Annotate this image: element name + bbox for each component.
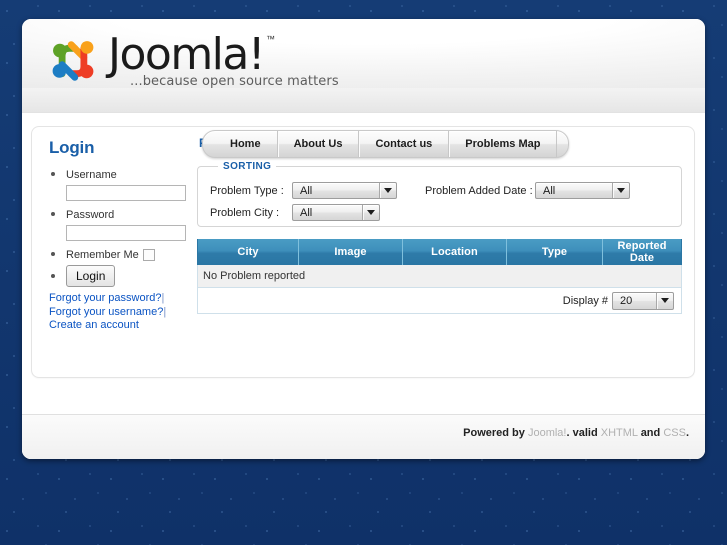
main-column: PROBLEMS REPORTED SORTING Problem Type :… (197, 136, 682, 314)
remember-me-item: Remember Me (66, 245, 189, 261)
username-field-item: Username (66, 165, 189, 204)
site-logo[interactable]: Joomla! ™ ...because open source matters (44, 32, 339, 90)
problem-type-label: Problem Type : (210, 184, 284, 197)
login-title: Login (49, 138, 95, 157)
password-field-item: Password (66, 205, 189, 244)
link-separator-1: | (161, 292, 165, 304)
xhtml-link[interactable]: XHTML (601, 427, 638, 439)
problem-added-date-value: All (543, 184, 556, 197)
problem-city-value: All (300, 206, 313, 219)
problem-added-date-select[interactable]: All (535, 182, 630, 199)
column-header-reported-date[interactable]: Reported Date (602, 239, 682, 265)
sorting-row-2: Problem City : All (210, 204, 669, 221)
chevron-down-icon (612, 183, 629, 198)
column-header-city[interactable]: City (197, 239, 299, 265)
problem-city-label: Problem City : (210, 206, 280, 219)
problem-added-date-label: Problem Added Date : (425, 184, 533, 197)
chevron-down-icon (656, 292, 673, 309)
remember-me-checkbox[interactable] (142, 249, 155, 261)
page-shell: Joomla! ™ ...because open source matters… (22, 19, 705, 459)
remember-me-label: Remember Me (66, 249, 139, 261)
link-separator-2: | (163, 305, 167, 318)
login-button[interactable]: Login (66, 265, 116, 287)
footer-period: . (685, 427, 689, 439)
trademark-symbol: ™ (266, 34, 276, 44)
display-count-select[interactable]: 20 (612, 291, 674, 310)
sorting-legend: SORTING (223, 161, 272, 172)
nav-item-problems-map[interactable]: Problems Map (448, 131, 558, 157)
create-account-link[interactable]: Create an account (49, 319, 139, 331)
problem-city-select[interactable]: All (292, 204, 380, 221)
username-label: Username (66, 169, 117, 181)
empty-state-message: No Problem reported (197, 265, 682, 288)
forgot-username-link[interactable]: Forgot your username? (49, 306, 163, 318)
nav-item-home[interactable]: Home (214, 131, 277, 157)
logo-wordmark: Joomla! (108, 29, 266, 80)
table-row: No Problem reported (197, 265, 682, 288)
footer-dot: . (566, 427, 570, 439)
problem-type-select[interactable]: All (292, 182, 397, 199)
chevron-down-icon (362, 205, 379, 220)
main-navigation: Home About Us Contact us Problems Map (202, 130, 570, 158)
username-input[interactable] (66, 185, 186, 201)
column-header-image[interactable]: Image (298, 239, 403, 265)
login-field-list: Username Password Remember Me (49, 165, 189, 287)
chevron-down-icon (379, 183, 396, 198)
css-link[interactable]: CSS (663, 427, 686, 439)
display-count-label: Display # (562, 294, 608, 307)
password-input[interactable] (66, 225, 186, 241)
site-footer: Powered by Joomla!. valid XHTML and CSS. (22, 414, 705, 459)
display-count-value: 20 (620, 294, 633, 307)
nav-item-about-us[interactable]: About Us (276, 131, 359, 157)
problem-type-value: All (300, 184, 313, 197)
powered-by-text: Powered by (463, 427, 525, 439)
site-body: Login Username Password Remember Me (22, 113, 705, 459)
sorting-panel: SORTING Problem Type : All Problem Added… (197, 161, 682, 227)
column-header-location[interactable]: Location (402, 239, 507, 265)
joomla-logo-icon (52, 41, 94, 81)
forgot-password-link[interactable]: Forgot your password? (49, 292, 162, 304)
login-links: Forgot your password?| Forgot your usern… (49, 292, 189, 333)
problems-table: City Image Location Type Reported Date N… (197, 239, 682, 288)
sorting-row-1: Problem Type : All Problem Added Date : … (210, 182, 669, 199)
valid-text: valid (572, 427, 598, 439)
site-header: Joomla! ™ ...because open source matters (22, 19, 705, 113)
footer-credits: Powered by Joomla!. valid XHTML and CSS. (463, 427, 689, 439)
column-header-type[interactable]: Type (506, 239, 603, 265)
content-card: Login Username Password Remember Me (31, 126, 695, 378)
joomla-link[interactable]: Joomla! (528, 427, 567, 439)
login-module: Login Username Password Remember Me (49, 138, 189, 333)
login-submit-item: Login (66, 262, 189, 287)
and-text: and (640, 427, 661, 439)
table-footer: Display # 20 (197, 288, 682, 314)
table-header-row: City Image Location Type Reported Date (197, 239, 682, 265)
password-label: Password (66, 209, 115, 221)
nav-item-contact-us[interactable]: Contact us (358, 131, 448, 157)
